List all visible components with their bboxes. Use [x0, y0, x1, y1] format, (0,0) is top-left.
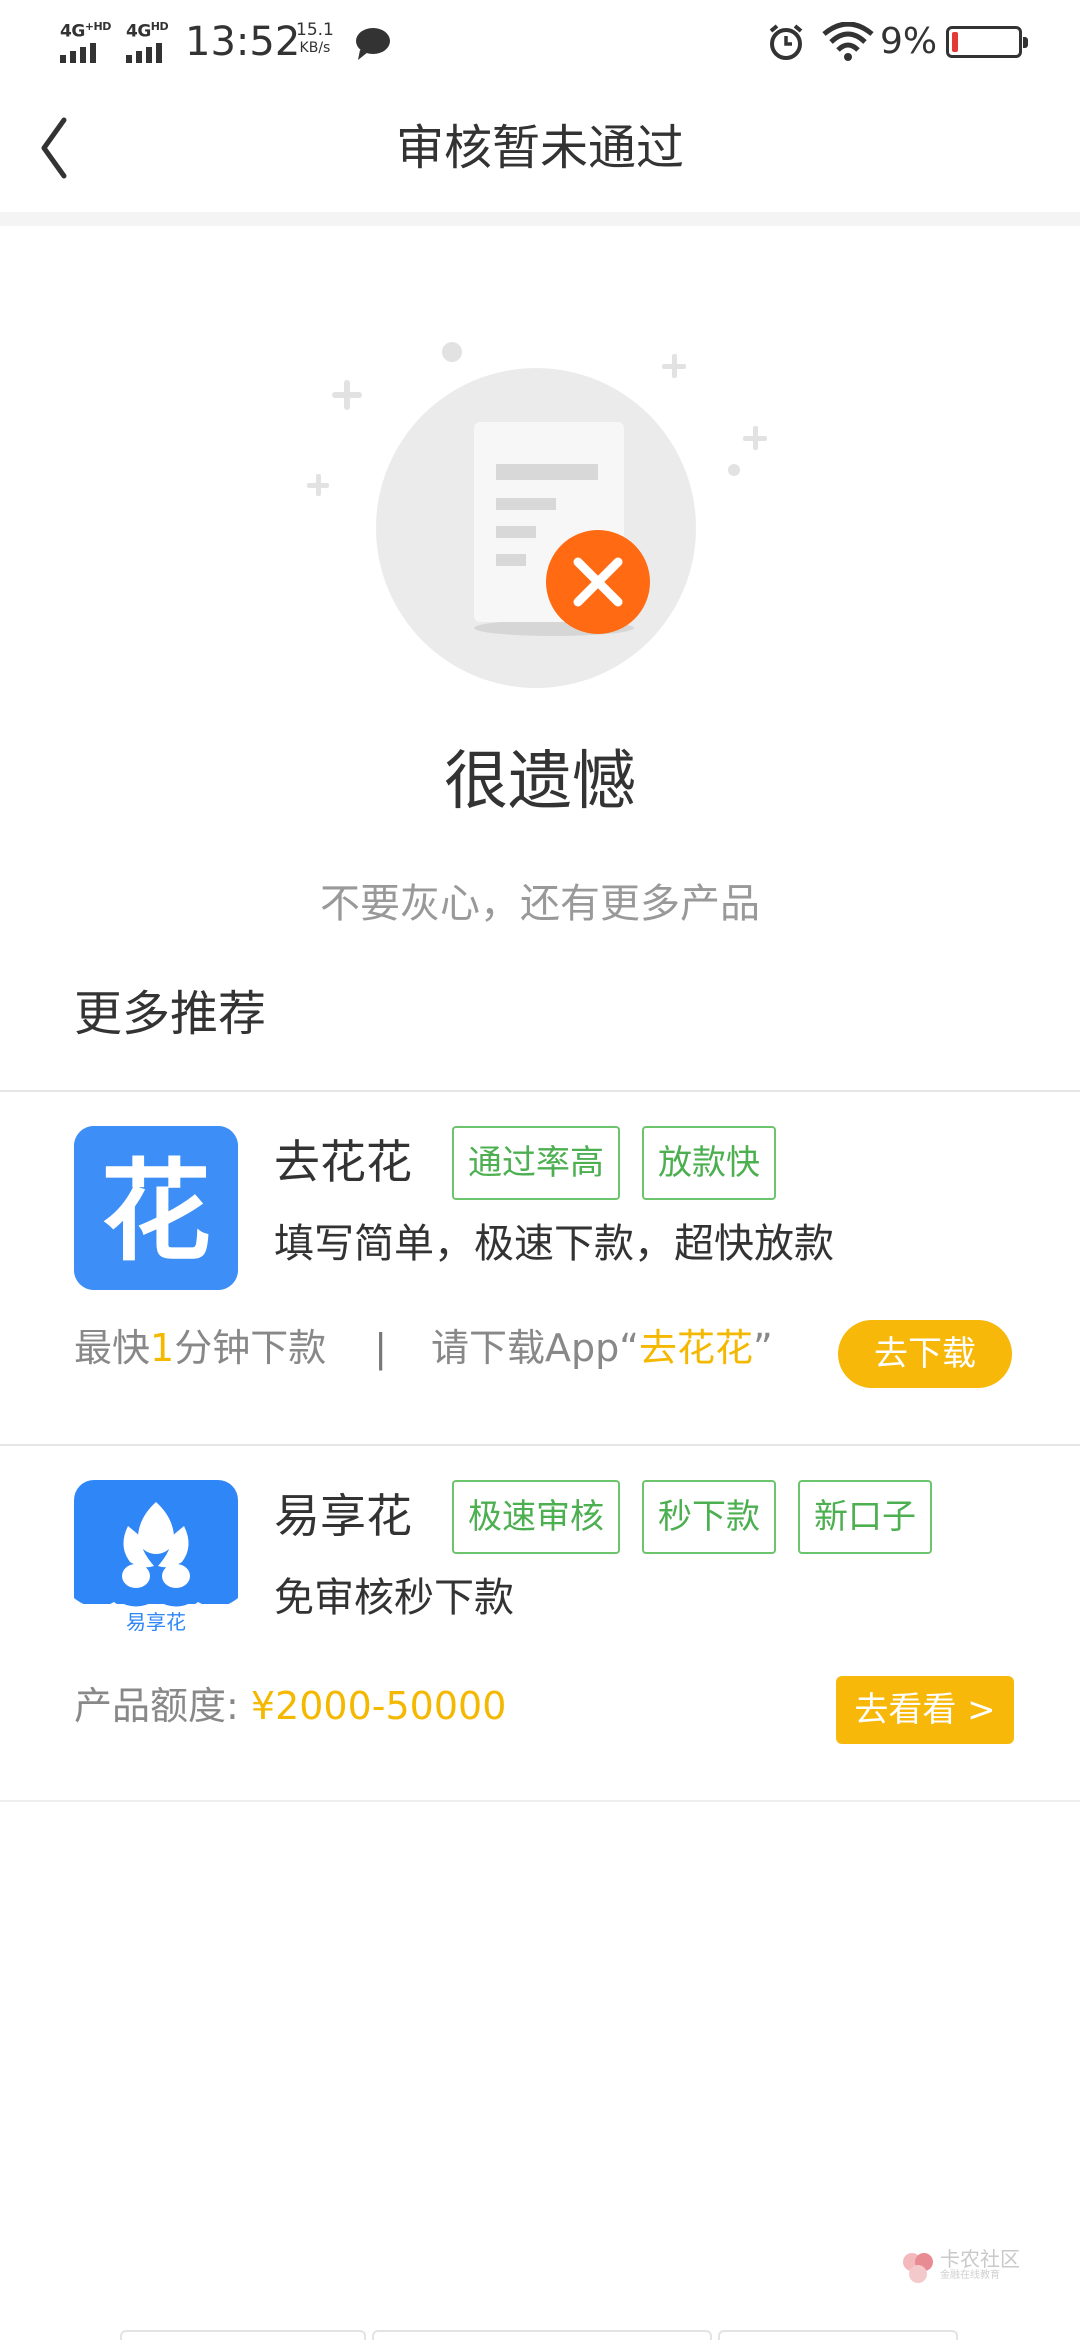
tag-list: 极速审核 秒下款 新口子 [452, 1480, 932, 1554]
bottom-edge-tabs [120, 2330, 960, 2340]
tag-list: 通过率高 放款快 [452, 1126, 776, 1200]
title-bar: 审核暂未通过 [0, 84, 1080, 212]
app-icon-yixianghua: 易享花 [74, 1480, 238, 1644]
tag: 新口子 [798, 1480, 932, 1554]
message-icon [356, 28, 390, 60]
status-bar: 4G+HD 4GHD 13:52 15.1 KB/s 9% [0, 0, 1080, 84]
cellular-signal-1-icon: 4G+HD [60, 18, 111, 63]
cellular-signal-2-icon: 4GHD [126, 18, 169, 63]
status-time: 13:52 [185, 19, 301, 65]
foot-highlight: 1 [150, 1326, 175, 1370]
flower-char-logo-icon: 花 [74, 1126, 238, 1290]
watermark-logo-icon [903, 2253, 933, 2283]
watermark-subtext: 金融在线教育 [940, 2270, 1000, 2281]
app-icon-caption: 易享花 [126, 1610, 186, 1634]
result-subtitle: 不要灰心，还有更多产品 [320, 881, 760, 927]
battery-icon [946, 26, 1028, 58]
card-footer-text: 最快1分钟下款 | 请下载App“去花花” [74, 1320, 773, 1376]
product-card[interactable]: 花 去花花 通过率高 放款快 填写简单，极速下款，超快放款 最快1分钟下款 | 请下… [0, 1092, 1080, 1446]
download-app-name: 去花花 [638, 1326, 753, 1370]
view-button[interactable]: 去看看 > [836, 1676, 1014, 1744]
result-title: 很遗憾 [444, 745, 636, 819]
app-name: 去花花 [274, 1135, 412, 1189]
battery-percent: 9% [880, 21, 938, 62]
product-card[interactable]: 易享花 易享花 极速审核 秒下款 新口子 免审核秒下款 产品额度: ¥2000-… [0, 1446, 1080, 1802]
foot-separator: | [374, 1326, 388, 1370]
network-speed: 15.1 KB/s [296, 20, 334, 56]
app-description: 免审核秒下款 [274, 1575, 514, 1621]
app-description: 填写简单，极速下款，超快放款 [274, 1221, 834, 1267]
title-divider [0, 212, 1080, 226]
tag: 秒下款 [642, 1480, 776, 1554]
watermark: 卡农社区 金融在线教育 [900, 2248, 1024, 2288]
section-title: 更多推荐 [74, 986, 267, 1042]
network-type-2: 4G [126, 21, 151, 42]
foot-prefix: 最快 [74, 1326, 151, 1370]
foot-suffix: 分钟下款 [174, 1326, 327, 1370]
card-footer-text: 产品额度: ¥2000-50000 [74, 1678, 506, 1734]
wifi-icon [822, 22, 874, 61]
network-type-1: 4G [60, 21, 85, 42]
amount-label: 产品额度: [74, 1684, 251, 1728]
watermark-text: 卡农社区 [940, 2247, 1020, 2271]
amount-value: ¥2000-50000 [250, 1684, 507, 1728]
tag: 放款快 [642, 1126, 776, 1200]
download-button[interactable]: 去下载 [838, 1320, 1012, 1388]
app-name: 易享花 [274, 1489, 412, 1543]
network-speed-value: 15.1 [296, 20, 334, 40]
battery-level [952, 32, 958, 52]
tag: 极速审核 [452, 1480, 620, 1554]
app-icon-char: 花 [101, 1148, 211, 1276]
page-title: 审核暂未通过 [395, 120, 684, 176]
tag: 通过率高 [452, 1126, 620, 1200]
network-type-2-sup: HD [150, 20, 169, 33]
download-prompt: 请下载App“ [431, 1326, 639, 1370]
app-icon-quhuahua: 花 [74, 1126, 238, 1290]
rejected-document-illustration [307, 342, 767, 688]
download-prompt-end: ” [752, 1326, 773, 1370]
alarm-icon [769, 24, 803, 60]
network-type-1-sup: +HD [84, 20, 112, 33]
network-speed-unit: KB/s [299, 40, 331, 56]
